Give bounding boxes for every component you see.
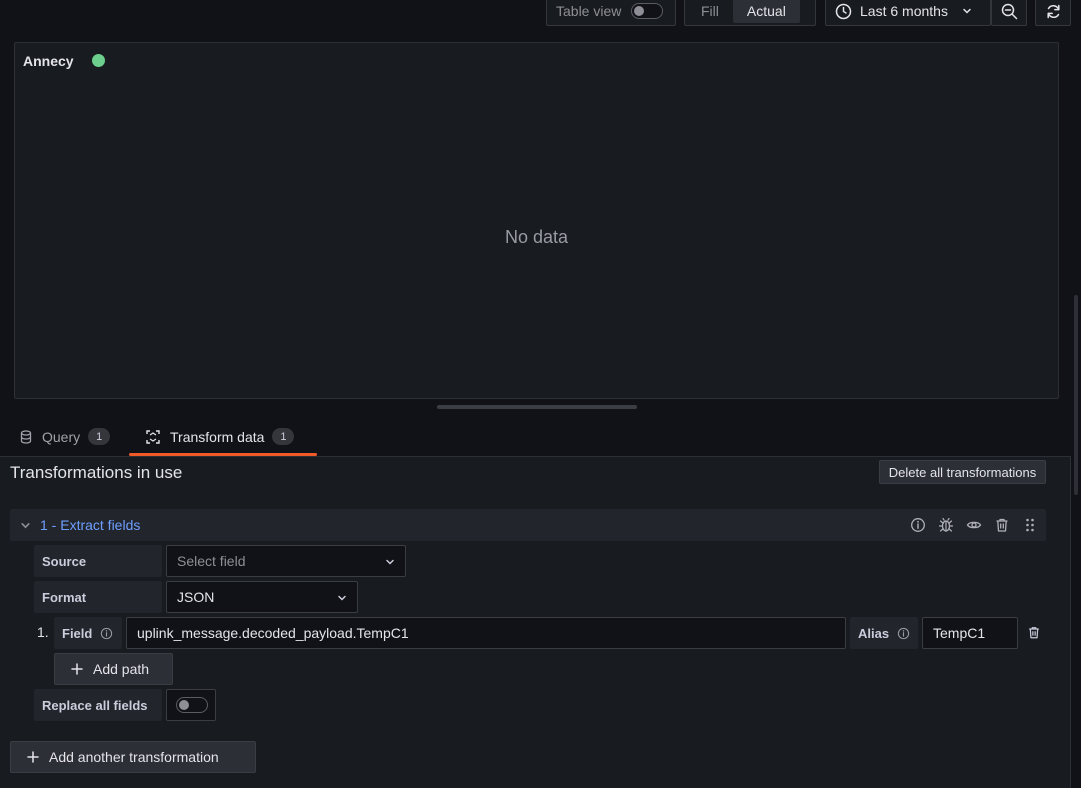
delete-path-icon[interactable] (1027, 625, 1041, 640)
drag-handle-icon[interactable] (1022, 517, 1038, 533)
alias-value: TempC1 (933, 625, 986, 641)
delete-all-transformations-button[interactable]: Delete all transformations (879, 460, 1046, 484)
trash-icon[interactable] (994, 517, 1010, 533)
refresh-button[interactable] (1035, 0, 1071, 26)
format-select[interactable]: JSON (166, 581, 358, 613)
fill-option[interactable]: Fill (687, 0, 733, 23)
query-count-badge: 1 (88, 428, 111, 445)
add-another-transformation-label: Add another transformation (49, 749, 219, 765)
database-icon (20, 429, 32, 444)
source-select[interactable]: Select field (166, 545, 406, 577)
scrollbar[interactable] (1074, 295, 1078, 495)
chevron-down-icon[interactable] (20, 520, 31, 531)
tab-query[interactable]: Query 1 (20, 428, 111, 445)
table-view-toggle[interactable]: Table view (546, 0, 676, 26)
chevron-down-icon (337, 593, 347, 603)
refresh-icon (1045, 3, 1062, 20)
field-path-value: uplink_message.decoded_payload.TempC1 (137, 625, 409, 641)
table-view-label: Table view (556, 3, 622, 19)
zoom-out-button[interactable] (991, 0, 1027, 26)
alias-label: Alias (858, 625, 890, 641)
transformation-header[interactable]: 1 - Extract fields (10, 509, 1046, 541)
replace-all-fields-switch[interactable] (176, 697, 208, 713)
tab-transform-label: Transform data (170, 428, 265, 445)
tab-transform-data[interactable]: Transform data 1 (146, 428, 295, 445)
panel-title: Annecy (23, 53, 74, 69)
time-range-label: Last 6 months (860, 3, 948, 19)
add-path-button[interactable]: Add path (54, 653, 173, 685)
field-label: Field (62, 625, 93, 641)
chevron-down-icon (962, 6, 972, 16)
actual-option[interactable]: Actual (732, 0, 800, 23)
transformation-title: 1 - Extract fields (40, 517, 141, 533)
alias-label-box: Alias (850, 617, 918, 649)
add-another-transformation-button[interactable]: Add another transformation (10, 741, 256, 773)
panel-resize-handle[interactable] (437, 405, 637, 409)
transformations-heading: Transformations in use (10, 463, 183, 482)
time-range-picker[interactable]: Last 6 months (825, 0, 991, 26)
source-label: Source (34, 545, 162, 577)
transform-count-badge: 1 (272, 428, 295, 445)
field-label-box: Field (54, 617, 122, 649)
path-index: 1. (37, 624, 49, 640)
replace-all-fields-toggle[interactable] (166, 689, 216, 721)
source-placeholder: Select field (177, 553, 246, 569)
status-indicator (92, 54, 105, 67)
zoom-out-icon (1001, 3, 1018, 20)
clock-icon (835, 3, 852, 20)
field-path-input[interactable]: uplink_message.decoded_payload.TempC1 (126, 617, 846, 649)
tab-query-label: Query (42, 428, 81, 445)
panel-preview: Annecy No data (14, 42, 1059, 399)
info-icon[interactable] (100, 627, 113, 640)
fill-actual-segmented: Fill Actual (684, 0, 816, 26)
info-icon[interactable] (897, 627, 910, 640)
add-path-label: Add path (93, 661, 150, 677)
format-value: JSON (177, 589, 215, 605)
plus-icon (71, 663, 83, 675)
table-view-switch[interactable] (631, 3, 664, 19)
plus-icon (27, 751, 39, 763)
debug-icon[interactable] (938, 517, 954, 533)
alias-input[interactable]: TempC1 (922, 617, 1018, 649)
replace-all-fields-label: Replace all fields (34, 689, 162, 721)
transform-icon (146, 429, 160, 444)
no-data-message: No data (504, 227, 569, 247)
info-icon[interactable] (910, 517, 926, 533)
format-label: Format (34, 581, 162, 613)
chevron-down-icon (385, 557, 395, 567)
eye-icon[interactable] (966, 517, 982, 533)
